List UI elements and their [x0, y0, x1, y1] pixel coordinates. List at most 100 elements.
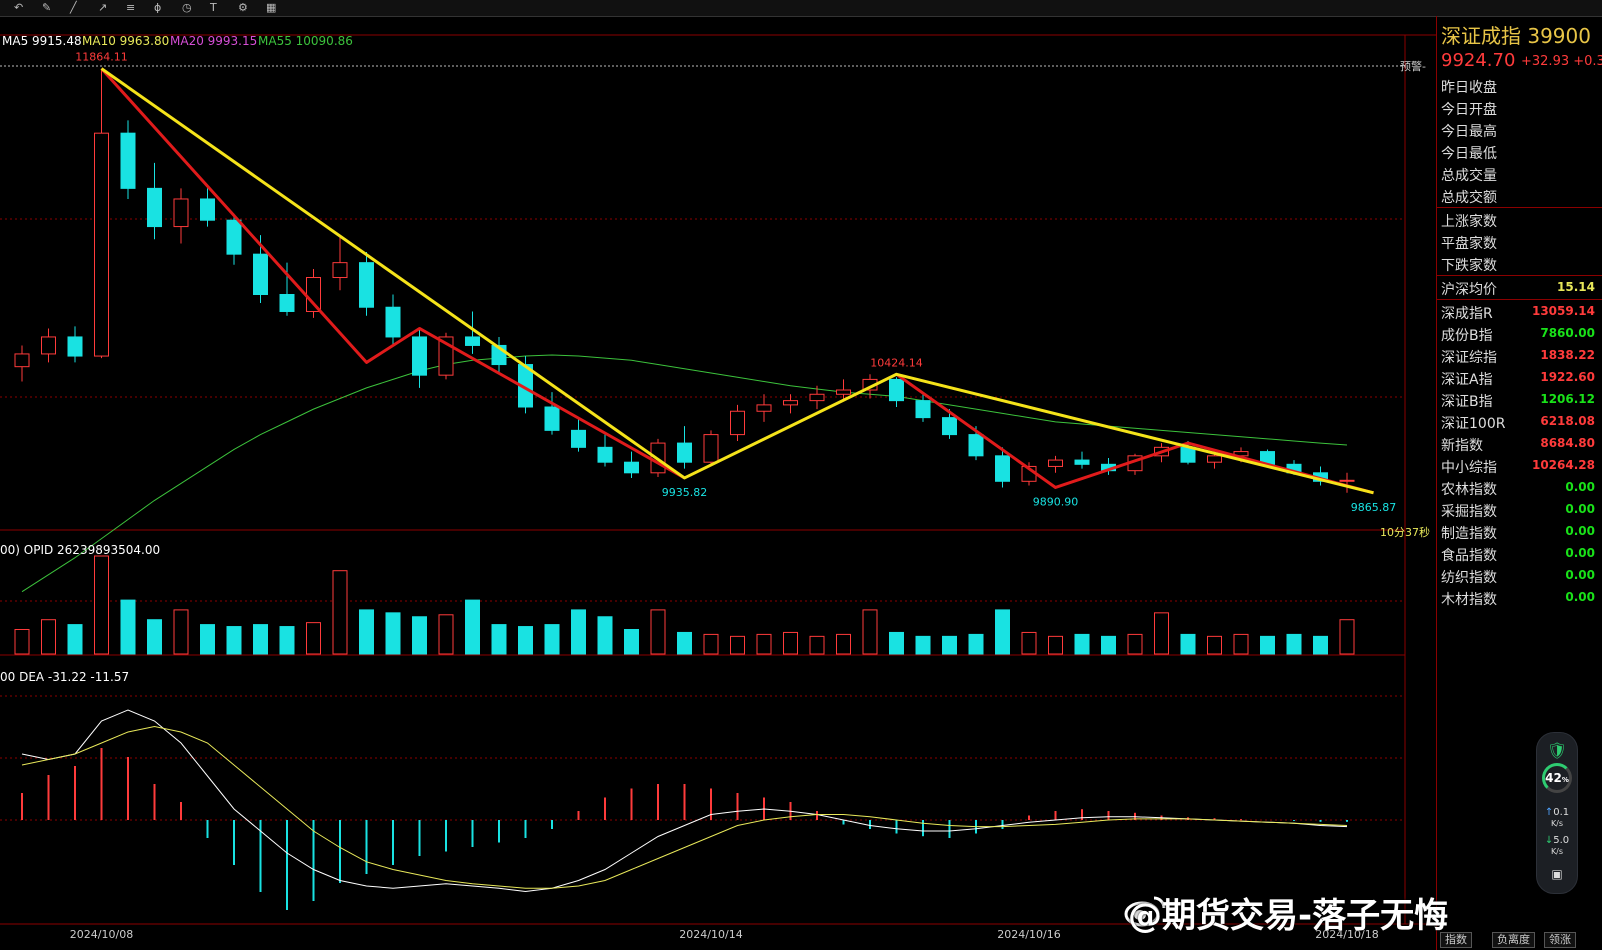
undo-icon[interactable]: ↶ [14, 1, 23, 15]
draw-icon[interactable]: ✎ [42, 1, 51, 15]
candle-body[interactable] [1207, 455, 1222, 463]
candle-body[interactable] [412, 336, 427, 376]
alert-label[interactable]: 预警- [1400, 60, 1426, 74]
candle-body[interactable] [147, 187, 162, 228]
candle-body[interactable] [1048, 459, 1063, 467]
candle-body[interactable] [942, 417, 957, 436]
candle-body[interactable] [915, 400, 931, 419]
candle-body[interactable] [624, 461, 639, 474]
countdown-label: 10分37秒 [1380, 526, 1430, 539]
candle-body[interactable] [279, 294, 295, 312]
breadth-row[interactable]: 上涨家数 [1437, 208, 1602, 230]
row-label: 农林指数 [1441, 482, 1497, 498]
candle-body[interactable] [200, 198, 215, 221]
candle-body[interactable] [306, 277, 321, 312]
volume-bar [1207, 635, 1222, 655]
candle-body[interactable] [253, 253, 268, 295]
volume-bar [94, 555, 109, 655]
index-row[interactable]: 深证A指 1922.60 [1437, 366, 1602, 388]
index-row[interactable]: 深成指R 13059.14 [1437, 300, 1602, 322]
index-row[interactable]: 深证B指 1206.12 [1437, 388, 1602, 410]
index-row[interactable]: 采掘指数 0.00 [1437, 498, 1602, 520]
candle-body[interactable] [677, 442, 692, 463]
upload-speed: 0.1 [1553, 807, 1570, 818]
grid-icon[interactable]: ▦ [266, 1, 276, 15]
index-row[interactable]: 制造指数 0.00 [1437, 520, 1602, 542]
row-label: 昨日收盘 [1441, 80, 1497, 96]
index-row[interactable]: 深证综指 1838.22 [1437, 344, 1602, 366]
candle-body[interactable] [995, 455, 1010, 482]
quote-row[interactable]: 今日最低 [1437, 140, 1602, 162]
quote-row[interactable]: 今日最高 [1437, 118, 1602, 140]
candle-body[interactable] [597, 446, 613, 463]
candle-body[interactable] [889, 378, 904, 402]
ma20-legend: MA20 9993.15 [170, 34, 258, 48]
fib-icon[interactable]: ϕ [154, 1, 161, 15]
candle-body[interactable] [1074, 459, 1090, 465]
candle-body[interactable] [332, 262, 348, 279]
candle-body[interactable] [226, 219, 242, 255]
price-annotation: 9935.82 [662, 486, 708, 499]
index-row[interactable]: 食品指数 0.00 [1437, 542, 1602, 564]
breadth-row[interactable]: 下跌家数 [1437, 252, 1602, 274]
index-row[interactable]: 中小综指 10264.28 [1437, 454, 1602, 476]
avg-price-row[interactable]: 沪深均价 15.14 [1437, 276, 1602, 298]
ray-icon[interactable]: ↗ [98, 1, 107, 15]
kline-chart[interactable]: 11864.11 9935.82 10424.14 9890.90 9865.87 202… [0, 16, 1436, 950]
period-icon[interactable]: ◷ [182, 1, 192, 15]
lock-icon[interactable]: ▣ [1537, 867, 1577, 881]
quote-row[interactable]: 今日开盘 [1437, 96, 1602, 118]
index-row[interactable]: 纺织指数 0.00 [1437, 564, 1602, 586]
candle-body[interactable] [809, 393, 825, 402]
index-row[interactable]: 深证100R 6218.08 [1437, 410, 1602, 432]
settings-icon[interactable]: ⚙ [238, 1, 248, 15]
candle-body[interactable] [67, 336, 83, 357]
candle-body[interactable] [173, 198, 189, 228]
candle-body[interactable] [703, 434, 719, 463]
bottom-tab[interactable]: 指数 [1440, 932, 1472, 948]
quote-row[interactable]: 总成交额 [1437, 184, 1602, 206]
index-row[interactable]: 木材指数 0.00 [1437, 586, 1602, 608]
candle-body[interactable] [120, 132, 136, 189]
candle-body[interactable] [836, 389, 851, 395]
volume-bar [412, 616, 427, 655]
channel-icon[interactable]: ≡ [126, 1, 135, 15]
candle-body[interactable] [14, 353, 30, 368]
bottom-tab[interactable]: 负离度 [1492, 932, 1535, 948]
shield-icon: 🛡 [1546, 741, 1568, 760]
candle-body[interactable] [1180, 446, 1196, 463]
network-speed-widget[interactable]: 🛡 42% ↑0.1 K/s ↓5.0 K/s ▣ [1536, 732, 1578, 894]
volume-bar [359, 609, 374, 655]
candle-body[interactable] [1339, 479, 1355, 482]
candle-body[interactable] [783, 400, 798, 406]
candle-body[interactable] [544, 406, 560, 431]
candle-body[interactable] [385, 306, 401, 338]
candle-body[interactable] [756, 404, 772, 412]
index-price: 9924.70 [1441, 50, 1516, 71]
row-value: 1922.60 [1540, 370, 1595, 384]
row-value: 1838.22 [1540, 348, 1595, 362]
row-value: 8684.80 [1540, 436, 1595, 450]
row-label: 总成交量 [1441, 168, 1497, 184]
candle-body[interactable] [730, 410, 745, 436]
row-label: 上涨家数 [1441, 214, 1497, 230]
candle-body[interactable] [359, 262, 374, 308]
quote-row[interactable]: 昨日收盘 [1437, 74, 1602, 96]
text-icon[interactable]: T [210, 1, 217, 15]
price-annotation: 11864.11 [75, 51, 128, 64]
volume-bar [1260, 635, 1275, 655]
breadth-row[interactable]: 平盘家数 [1437, 230, 1602, 252]
index-row[interactable]: 新指数 8684.80 [1437, 432, 1602, 454]
candle-body[interactable] [968, 434, 984, 457]
volume-bar [677, 631, 692, 655]
candle-body[interactable] [465, 336, 480, 346]
index-row[interactable]: 农林指数 0.00 [1437, 476, 1602, 498]
candle-body[interactable] [94, 132, 109, 357]
candle-body[interactable] [571, 429, 586, 448]
row-value: 0.00 [1565, 524, 1595, 538]
candle-body[interactable] [41, 336, 56, 355]
quote-row[interactable]: 总成交量 [1437, 162, 1602, 184]
bottom-tab[interactable]: 领涨 [1544, 932, 1576, 948]
index-row[interactable]: 成份B指 7860.00 [1437, 322, 1602, 344]
line-icon[interactable]: ╱ [70, 1, 77, 15]
